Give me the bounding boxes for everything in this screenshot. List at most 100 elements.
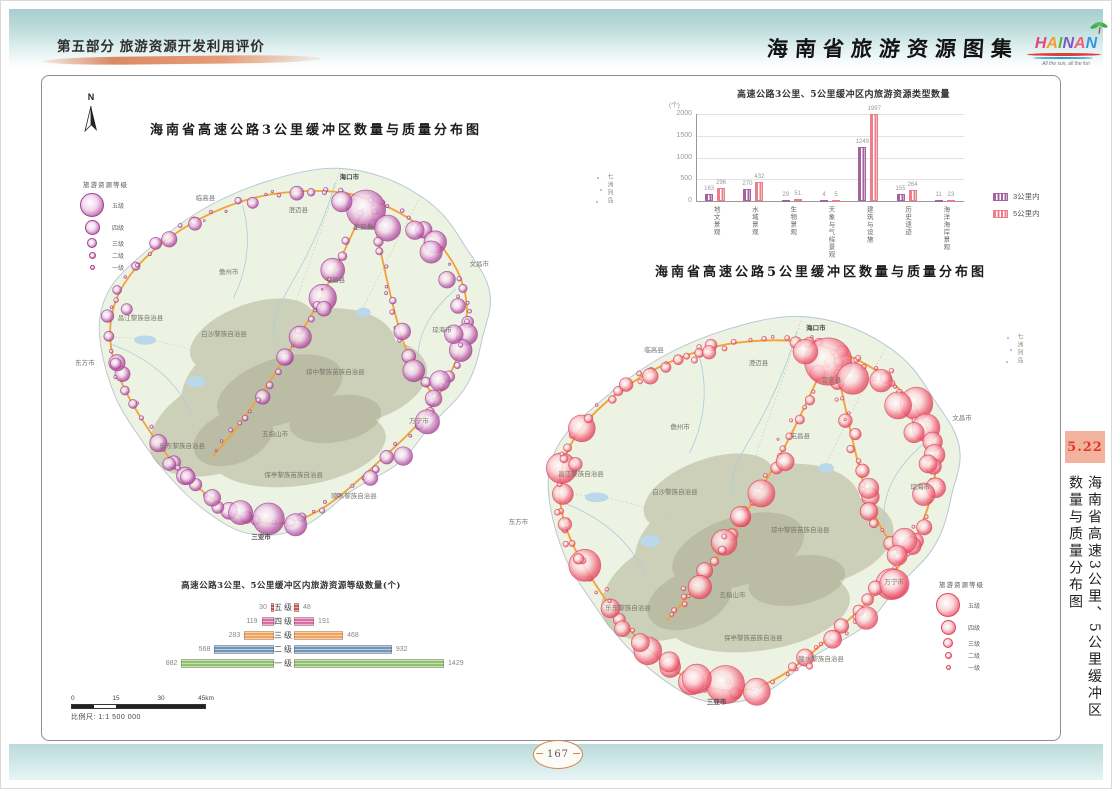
figure-number: 5.22 xyxy=(1065,431,1105,463)
city-label: 琼海市 xyxy=(432,324,452,334)
city-label: 屯昌县 xyxy=(326,274,346,284)
value-5km: 191 xyxy=(318,618,330,625)
city-label: 五指山市 xyxy=(262,428,288,438)
city-label: 定安县 xyxy=(353,221,373,231)
map-3km-buffer: 海口市文昌市定安县澄迈县临高县儋州市屯昌县琼海市万宁市琼中黎族苗族自治县白沙黎族… xyxy=(57,147,521,561)
city-label: 海口市 xyxy=(806,322,826,332)
bar-3公里内 xyxy=(743,189,751,201)
city-label: 万宁市 xyxy=(409,415,429,425)
city-label: 海口市 xyxy=(340,171,360,181)
scale-caption: 比例尺: 1:1 500 000 xyxy=(71,712,241,722)
city-label: 乐东黎族自治县 xyxy=(160,440,206,450)
bar-value: 5 xyxy=(821,192,851,198)
figure-tab: 5.22 海南省高速3公里、5公里缓冲区数量与质量分布图 xyxy=(1065,431,1107,723)
city-label: 昌江黎族自治县 xyxy=(558,468,604,478)
header-band: 第五部分 旅游资源开发利用评价 海南省旅游资源图集 HAINAN All the… xyxy=(9,9,1103,67)
y-tick-label: 1000 xyxy=(670,154,692,161)
north-needle-icon xyxy=(83,105,99,133)
logo-letter: A xyxy=(1074,35,1086,52)
logo-wave xyxy=(1033,57,1093,59)
value-5km: 48 xyxy=(303,604,311,611)
page-number: 167 xyxy=(547,749,569,760)
brush-underline xyxy=(43,55,321,66)
city-label: 文昌市 xyxy=(469,258,489,268)
bar-3km xyxy=(271,603,274,612)
bar-value: 432 xyxy=(744,174,774,180)
value-3km: 882 xyxy=(157,660,177,667)
map-legend: 旅游资源等级五级四级三级二级一级 xyxy=(83,179,128,275)
value-5km: 1429 xyxy=(448,660,464,667)
gridline xyxy=(696,201,964,202)
city-label: 三亚市 xyxy=(707,696,727,706)
x-category-label: 天象与气候景观 xyxy=(825,206,835,259)
gridline xyxy=(696,114,964,115)
resource-grade-count-chart: 高速公路3公里、5公里缓冲区内旅游资源等级数量(个)五级3048四级119191… xyxy=(71,579,511,683)
legend-label: 5公里内 xyxy=(1013,208,1040,219)
logo-letter: A xyxy=(1046,35,1058,52)
value-3km: 568 xyxy=(190,646,210,653)
hainan-logo: HAINAN All the sun, all the fun xyxy=(1021,23,1111,71)
page-number-badge: 167 xyxy=(533,740,583,769)
axis-unit: (个) xyxy=(669,99,680,109)
palm-tree-icon xyxy=(1089,21,1109,35)
city-label: 定安县 xyxy=(822,374,842,384)
y-tick-label: 1500 xyxy=(670,132,692,139)
y-tick-label: 500 xyxy=(670,175,692,182)
legend-item: 3公里内 xyxy=(993,191,1040,202)
city-label: 临高县 xyxy=(196,192,216,202)
gridline xyxy=(696,179,964,180)
x-category-label: 水域景观 xyxy=(748,206,758,236)
city-label: 保亭黎族苗族自治县 xyxy=(264,469,323,479)
bar-5公里内 xyxy=(832,200,840,202)
city-label: 临高县 xyxy=(644,344,664,354)
legend-item: 5公里内 xyxy=(993,208,1040,219)
bar-3公里内 xyxy=(705,194,713,201)
section-title: 第五部分 旅游资源开发利用评价 xyxy=(57,35,265,55)
gridline xyxy=(696,158,964,159)
qizhou-islands-inset: 七洲列岛 xyxy=(1003,329,1029,381)
city-label: 琼海市 xyxy=(911,481,931,491)
map-title-3km: 海南省高速公路3公里缓冲区数量与质量分布图 xyxy=(111,119,521,138)
city-label: 琼中黎族苗族自治县 xyxy=(306,366,365,376)
city-label: 白沙黎族自治县 xyxy=(652,486,698,496)
city-label: 澄迈县 xyxy=(749,357,769,367)
bar-3公里内 xyxy=(935,200,943,202)
city-label: 陵水黎族自治县 xyxy=(331,490,377,500)
value-3km: 283 xyxy=(220,632,240,639)
city-label: 昌江黎族自治县 xyxy=(118,312,164,322)
scale-bar-blocks xyxy=(71,704,206,709)
city-label: 儋州市 xyxy=(670,421,690,431)
bar-3km xyxy=(262,617,274,626)
city-label: 三亚市 xyxy=(251,531,271,541)
legend-label: 3公里内 xyxy=(1013,191,1040,202)
city-label: 琼中黎族苗族自治县 xyxy=(771,524,830,534)
bar-3km xyxy=(214,645,274,654)
city-label: 白沙黎族自治县 xyxy=(201,328,247,338)
bar-value: 264 xyxy=(898,182,928,188)
north-arrow: N xyxy=(79,87,103,131)
bar-3km xyxy=(244,631,274,640)
atlas-page: 第五部分 旅游资源开发利用评价 海南省旅游资源图集 HAINAN All the… xyxy=(0,0,1112,789)
x-category-label: 生物景观 xyxy=(787,206,797,236)
logo-letter: N xyxy=(1086,35,1098,52)
bar-3公里内 xyxy=(858,147,866,201)
map-5km-buffer: 海口市文昌市定安县澄迈县临高县儋州市屯昌县琼海市万宁市琼中黎族苗族自治县白沙黎族… xyxy=(487,297,1009,727)
bar-value: 23 xyxy=(936,192,966,198)
bar-3公里内 xyxy=(897,194,905,201)
y-tick-label: 0 xyxy=(670,197,692,204)
bar-5公里内 xyxy=(870,114,878,201)
city-label: 乐东黎族自治县 xyxy=(605,602,651,612)
legend-swatch xyxy=(993,193,1008,201)
x-category-label: 建筑与设施 xyxy=(863,206,873,244)
logo-word: HAINAN xyxy=(1021,35,1111,53)
resource-type-count-chart: 高速公路3公里、5公里缓冲区内旅游资源类型数量(个)05001000150020… xyxy=(641,85,1046,267)
city-label: 万宁市 xyxy=(884,576,904,586)
value-3km: 30 xyxy=(247,604,267,611)
north-label: N xyxy=(88,92,95,102)
x-category-label: 海洋海岸景观 xyxy=(940,206,950,251)
city-label: 儋州市 xyxy=(219,266,239,276)
logo-tagline: All the sun, all the fun xyxy=(1021,61,1111,67)
chart-title: 高速公路3公里、5公里缓冲区内旅游资源等级数量(个) xyxy=(71,579,511,591)
value-5km: 932 xyxy=(396,646,408,653)
bar-5km xyxy=(294,631,343,640)
